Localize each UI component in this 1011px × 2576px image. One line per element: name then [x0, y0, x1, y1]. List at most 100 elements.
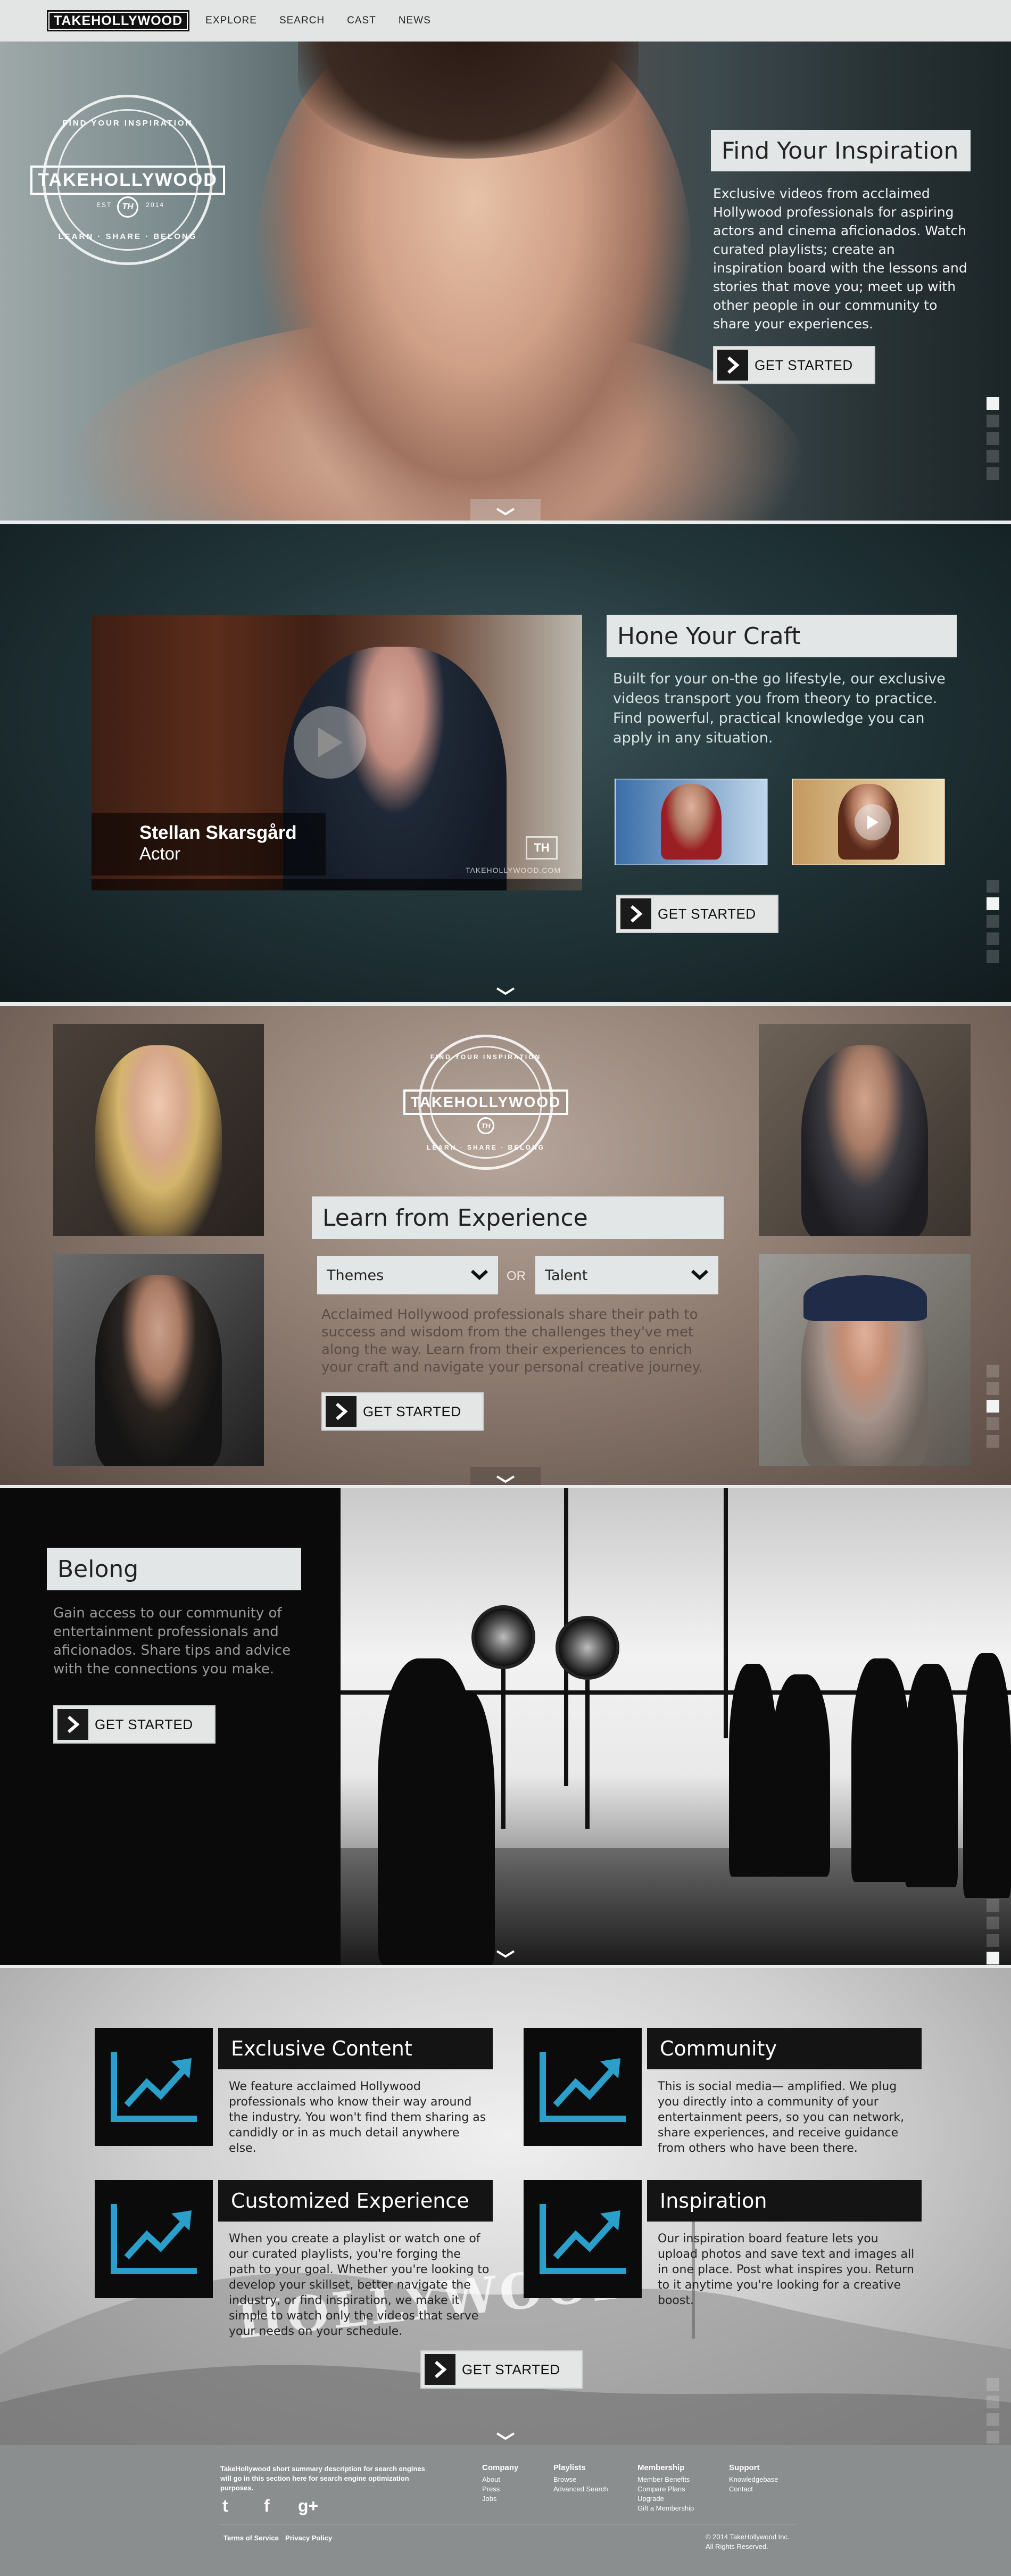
pager-dot-2[interactable] — [987, 1382, 999, 1395]
play-icon[interactable] — [294, 706, 366, 779]
craft-section: Stellan Skarsgård Actor TAKEHOLLYWOOD.CO… — [0, 524, 1011, 1002]
portrait-image — [95, 1045, 222, 1236]
copyright-text: © 2014 TakeHollywood Inc. — [706, 2533, 790, 2541]
footer-link[interactable]: Upgrade — [637, 2494, 694, 2504]
chevron-down-icon — [495, 987, 516, 998]
video-watermark: TAKEHOLLYWOOD.COM — [465, 866, 561, 874]
twitter-icon[interactable]: t — [222, 2496, 228, 2516]
pager-dot-2[interactable] — [987, 897, 999, 910]
section-pager — [987, 1899, 999, 1965]
crew-silhouette — [729, 1664, 777, 1877]
chevron-right-icon — [717, 350, 748, 381]
learn-get-started-button[interactable]: GET STARTED — [321, 1392, 484, 1431]
chevron-down-icon — [495, 1475, 516, 1485]
pager-dot-4[interactable] — [987, 1952, 999, 1964]
nav-link-search[interactable]: SEARCH — [279, 15, 325, 27]
portrait-actress[interactable] — [53, 1024, 264, 1236]
craft-cta-label: GET STARTED — [658, 905, 756, 922]
pager-dot-1[interactable] — [987, 1365, 999, 1377]
video-logo: TH — [526, 836, 558, 860]
themes-select-value: Themes — [327, 1267, 384, 1284]
pager-dot-4[interactable] — [987, 450, 999, 463]
footer-link[interactable]: Contact — [729, 2484, 778, 2494]
scroll-down-tab[interactable] — [470, 1467, 541, 1485]
chevron-down-icon — [495, 507, 516, 518]
footer-link[interactable]: Advanced Search — [553, 2484, 608, 2494]
pager-dot-3[interactable] — [987, 1934, 999, 1947]
craft-get-started-button[interactable]: GET STARTED — [616, 895, 778, 933]
footer-link[interactable]: Member Benefits — [637, 2475, 694, 2484]
scroll-down-tab[interactable] — [470, 499, 541, 521]
footer-link[interactable]: Knowledgebase — [729, 2475, 778, 2484]
pager-dot-4[interactable] — [987, 932, 999, 945]
portrait-director[interactable] — [759, 1254, 971, 1466]
footer-col-title: Support — [729, 2463, 760, 2472]
hero-get-started-button[interactable]: GET STARTED — [713, 346, 875, 384]
feature-text-inspiration: Our inspiration board feature lets you u… — [658, 2232, 915, 2307]
learn-section: FIND YOUR INSPIRATION TAKEHOLLYWOOD TH L… — [0, 1006, 1011, 1485]
privacy-link[interactable]: Privacy Policy — [285, 2533, 332, 2543]
footer-col-playlists: Playlists Browse Advanced Search — [553, 2463, 608, 2494]
crew-silhouette — [851, 1658, 910, 1882]
footer-link[interactable]: Gift a Membership — [637, 2504, 694, 2513]
pager-dot-5[interactable] — [987, 1435, 999, 1448]
footer-link[interactable]: Press — [482, 2484, 518, 2494]
terms-link[interactable]: Terms of Service — [223, 2533, 279, 2543]
video-player[interactable]: Stellan Skarsgård Actor TAKEHOLLYWOOD.CO… — [92, 615, 582, 890]
chevron-down-icon — [470, 1267, 488, 1284]
pager-dot-1[interactable] — [987, 397, 999, 410]
pager-dot-4[interactable] — [987, 2431, 999, 2443]
footer-col-title: Membership — [637, 2463, 685, 2472]
select-or-label: OR — [507, 1269, 526, 1283]
features-get-started-button[interactable]: GET STARTED — [420, 2350, 583, 2389]
themes-select[interactable]: Themes — [317, 1256, 498, 1294]
chevron-down-icon — [691, 1267, 709, 1284]
pager-dot-1[interactable] — [987, 880, 999, 893]
talent-select-value: Talent — [545, 1267, 588, 1284]
section-pager — [987, 2378, 999, 2445]
portrait-actor-left[interactable] — [53, 1254, 264, 1466]
pager-dot-2[interactable] — [987, 2396, 999, 2408]
nav-link-cast[interactable]: CAST — [347, 15, 376, 27]
footer-link[interactable]: Compare Plans — [637, 2484, 694, 2494]
section-pager — [987, 1365, 999, 1448]
pager-dot-3[interactable] — [987, 915, 999, 928]
play-icon[interactable] — [855, 804, 891, 840]
pager-dot-2[interactable] — [987, 415, 999, 427]
scroll-down-tab[interactable] — [470, 1942, 541, 1963]
belong-get-started-button[interactable]: GET STARTED — [53, 1705, 216, 1744]
talent-select[interactable]: Talent — [535, 1256, 718, 1294]
video-progress-bar[interactable] — [92, 879, 582, 890]
pager-dot-1[interactable] — [987, 1899, 999, 1912]
pager-dot-4[interactable] — [987, 1417, 999, 1430]
pager-dot-5[interactable] — [987, 467, 999, 480]
video-caption: Stellan Skarsgård Actor — [92, 813, 326, 876]
site-logo[interactable]: TAKEHOLLYWOOD — [47, 10, 190, 31]
google-plus-icon[interactable]: g+ — [298, 2496, 318, 2516]
chevron-right-icon — [326, 1396, 357, 1427]
pager-dot-3[interactable] — [987, 1400, 999, 1413]
video-thumbnail-1[interactable] — [615, 779, 768, 865]
crest-monogram: TH — [477, 1117, 494, 1134]
pager-dot-3[interactable] — [987, 432, 999, 445]
footer-copyright: © 2014 TakeHollywood Inc. All Rights Res… — [706, 2532, 790, 2552]
portrait-actor-right-top[interactable] — [759, 1024, 971, 1236]
pager-dot-1[interactable] — [987, 2378, 999, 2391]
scroll-down-tab[interactable] — [470, 2424, 541, 2445]
video-thumbnail-2[interactable] — [792, 779, 945, 865]
facebook-icon[interactable]: f — [264, 2496, 270, 2516]
footer-link[interactable]: About — [482, 2475, 518, 2484]
scroll-down-tab[interactable] — [470, 979, 541, 1000]
footer-link[interactable]: Browse — [553, 2475, 608, 2484]
learn-crest-logo: FIND YOUR INSPIRATION TAKEHOLLYWOOD TH L… — [403, 1035, 569, 1170]
pager-dot-5[interactable] — [987, 950, 999, 963]
feature-text-community: This is social media— amplified. We plug… — [658, 2080, 905, 2155]
nav-link-explore[interactable]: EXPLORE — [205, 15, 257, 27]
trend-chart-icon — [524, 2180, 642, 2298]
footer-link[interactable]: Jobs — [482, 2494, 518, 2504]
nav-link-news[interactable]: NEWS — [399, 15, 431, 27]
crest-name: TAKEHOLLYWOOD — [403, 1089, 569, 1115]
pager-dot-3[interactable] — [987, 2413, 999, 2426]
feature-text-customized: When you create a playlist or watch one … — [229, 2232, 490, 2338]
pager-dot-2[interactable] — [987, 1917, 999, 1929]
